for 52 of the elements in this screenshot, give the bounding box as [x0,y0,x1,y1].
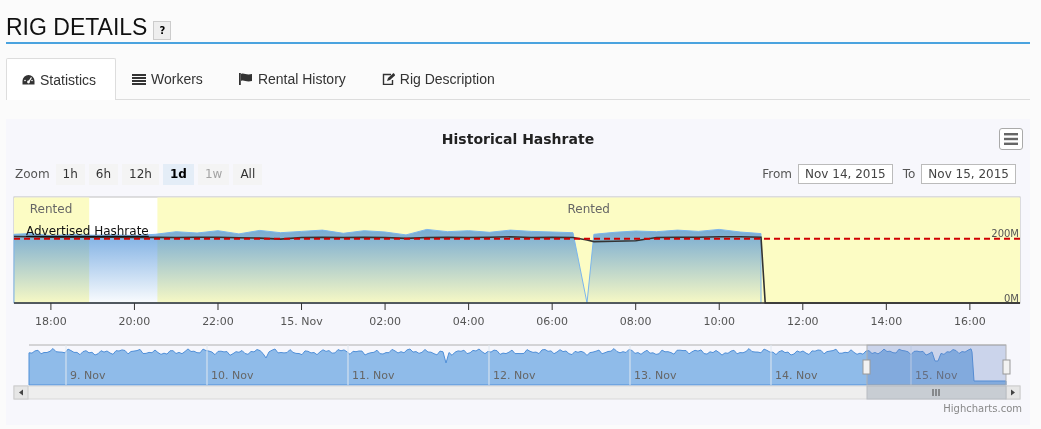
x-axis-label: 08:00 [619,315,652,328]
flag-icon [238,73,253,85]
navigator-date-label: 9. Nov [70,369,106,382]
navigator-date-label: 15. Nov [915,369,958,382]
menu-icon [1004,133,1018,145]
from-date-field[interactable]: Nov 14, 2015 [798,164,893,184]
x-axis-label: 10:00 [703,315,736,328]
x-axis-label: 12:00 [786,315,819,328]
x-axis-label: 02:00 [369,315,401,328]
x-axis-label: 20:00 [118,315,151,328]
advertised-hashrate-label: Advertised Hashrate [26,223,149,238]
navigator-date-label: 13. Nov [634,369,677,382]
x-axis-label: 16:00 [954,315,986,328]
to-label: To [902,167,916,181]
tab[interactable]: Rental History [222,58,366,99]
x-axis-label: 04:00 [452,315,485,328]
list-icon [132,73,146,85]
tab[interactable]: Workers [116,58,223,99]
navigator-date-label: 10. Nov [211,369,254,382]
scroll-left-button[interactable] [13,385,29,400]
zoom-label: Zoom [15,167,50,181]
zoom-button[interactable]: 12h [122,163,159,185]
zoom-button[interactable]: 1d [162,163,194,185]
y-axis-label: 0M [1004,292,1019,304]
navigator-handle[interactable] [1002,359,1011,375]
x-axis-label: 14:00 [870,315,903,328]
from-label: From [762,167,792,181]
band-label: Rented [567,202,610,216]
navigator-date-label: 14. Nov [775,369,818,382]
help-button[interactable]: ? [153,21,172,40]
chart-title: Historical Hashrate [441,130,595,147]
y-axis-label: 200M [991,228,1019,240]
x-axis-label: 15. Nov [280,315,323,328]
to-date-field[interactable]: Nov 15, 2015 [921,164,1016,184]
edit-icon [381,73,395,85]
gauge-icon [22,73,35,86]
tab[interactable]: Statistics [6,58,116,100]
credit-link[interactable]: Highcharts.com [943,403,1022,414]
x-axis-label: 22:00 [202,315,234,328]
zoom-button[interactable]: All [233,163,263,185]
scrollbar-thumb[interactable] [866,385,1007,400]
menu-button[interactable] [999,128,1023,150]
navigator-handle[interactable] [862,359,871,375]
zoom-button[interactable]: 6h [88,163,119,185]
tab[interactable]: Rig Description [365,58,515,99]
x-axis-label: 06:00 [536,315,568,328]
navigator-date-label: 12. Nov [493,369,536,382]
band-label: Rented [29,202,73,216]
zoom-button[interactable]: 1h [55,163,85,185]
x-axis-label: 18:00 [35,315,67,328]
navigator-date-label: 11. Nov [352,369,395,382]
page-title: RIG DETAILS [6,14,148,40]
